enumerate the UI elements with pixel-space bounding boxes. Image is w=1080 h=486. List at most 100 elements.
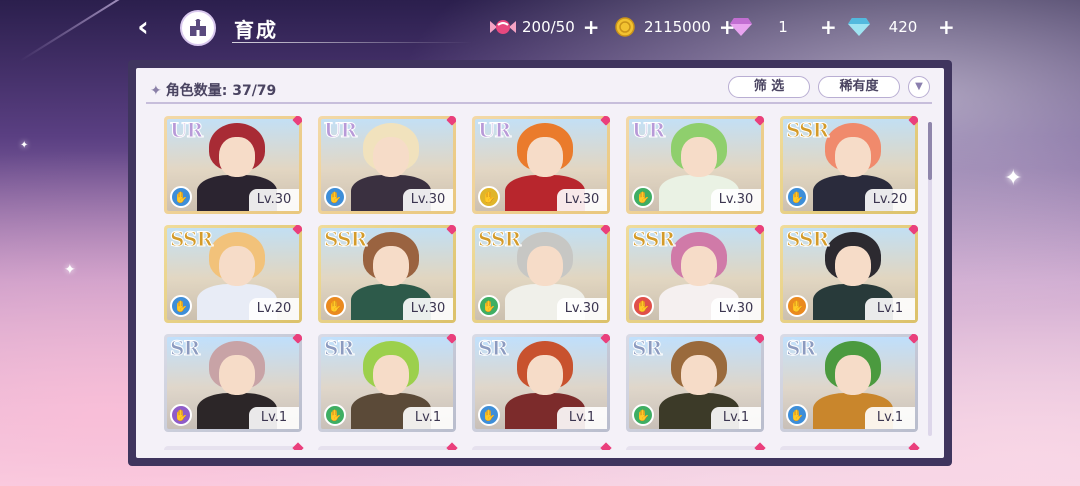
character-card[interactable]: UR ✋ Lv.30 — [626, 116, 764, 214]
level-label: Lv.30 — [557, 298, 607, 320]
portrait-face — [219, 137, 255, 177]
rarity-badge: SR — [631, 336, 662, 361]
character-grid: UR ✋ Lv.30 UR ✋ Lv.30 UR ✋ Lv.30 UR ✋ Lv.30 SSR ✋ Lv.2… — [164, 116, 924, 450]
rarity-badge: UR — [477, 118, 511, 143]
add-candy-button[interactable]: + — [583, 15, 600, 39]
candy-resource: 200/50 + — [490, 14, 600, 40]
level-label: Lv.30 — [403, 298, 453, 320]
portrait-face — [373, 137, 409, 177]
portrait-face — [681, 355, 717, 395]
level-label: Lv.1 — [865, 407, 915, 429]
character-card-partial[interactable] — [472, 442, 612, 450]
blue-gem-resource: 420 + — [846, 14, 955, 40]
character-panel: ✦ 角色数量: 37/79 筛 选 稀有度 ▼ UR ✋ Lv.30 UR ✋ Lv.30 U… — [128, 60, 952, 466]
level-label: Lv.1 — [249, 407, 299, 429]
title-underline — [232, 42, 472, 43]
rarity-badge: SR — [169, 336, 200, 361]
character-card[interactable]: SSR ✋ Lv.20 — [164, 225, 302, 323]
character-card[interactable]: SSR ✋ Lv.1 — [780, 225, 918, 323]
attribute-icon: ✋ — [478, 295, 500, 317]
blue-diamond-icon — [846, 14, 872, 40]
level-label: Lv.1 — [711, 407, 761, 429]
character-card-partial[interactable] — [626, 442, 766, 450]
rarity-badge: SR — [785, 336, 816, 361]
character-card-partial[interactable] — [164, 442, 304, 450]
portrait-face — [835, 355, 871, 395]
attribute-icon: ✋ — [786, 404, 808, 426]
back-button[interactable]: ‹ — [124, 11, 162, 45]
level-label: Lv.1 — [403, 407, 453, 429]
portrait-face — [219, 246, 255, 286]
character-card[interactable]: SR ✋ Lv.1 — [626, 334, 764, 432]
character-panel-inner: ✦ 角色数量: 37/79 筛 选 稀有度 ▼ UR ✋ Lv.30 UR ✋ Lv.30 U… — [136, 68, 944, 458]
level-label: Lv.30 — [711, 298, 761, 320]
rarity-badge: UR — [169, 118, 203, 143]
portrait-face — [219, 355, 255, 395]
pink-diamond-icon — [728, 14, 754, 40]
level-label: Lv.1 — [865, 298, 915, 320]
add-pink-gem-button[interactable]: + — [820, 15, 837, 39]
character-card[interactable]: SR ✋ Lv.1 — [164, 334, 302, 432]
coin-value: 2115000 — [644, 18, 711, 36]
character-card[interactable]: SSR ✋ Lv.30 — [626, 225, 764, 323]
character-card-partial[interactable] — [318, 442, 458, 450]
sparkle-icon: ✦ — [64, 262, 76, 278]
attribute-icon: ✋ — [632, 186, 654, 208]
attribute-icon: ✋ — [324, 186, 346, 208]
character-card[interactable]: SR ✋ Lv.1 — [780, 334, 918, 432]
character-count-text: 角色数量: 37/79 — [165, 83, 277, 99]
home-button[interactable] — [180, 10, 216, 46]
chevron-down-icon: ▼ — [915, 81, 923, 92]
character-card[interactable]: UR ✋ Lv.30 — [472, 116, 610, 214]
candy-value: 200/50 — [522, 18, 575, 36]
portrait-face — [835, 137, 871, 177]
add-blue-gem-button[interactable]: + — [938, 15, 955, 39]
character-card[interactable]: SSR ✋ Lv.30 — [318, 225, 456, 323]
level-label: Lv.1 — [557, 407, 607, 429]
character-card[interactable]: SR ✋ Lv.1 — [318, 334, 456, 432]
character-card[interactable]: UR ✋ Lv.30 — [164, 116, 302, 214]
sparkle-icon: ✦ — [20, 140, 29, 151]
character-card[interactable]: UR ✋ Lv.30 — [318, 116, 456, 214]
attribute-icon: ✋ — [478, 404, 500, 426]
header-divider — [146, 102, 932, 104]
rarity-badge: SR — [323, 336, 354, 361]
scrollbar-thumb[interactable] — [928, 122, 932, 180]
rarity-badge: SSR — [323, 227, 367, 252]
attribute-icon: ✋ — [170, 404, 192, 426]
rarity-badge: UR — [323, 118, 357, 143]
rarity-badge: SSR — [785, 118, 829, 143]
portrait-face — [527, 246, 563, 286]
grid-scrollbar[interactable] — [928, 122, 932, 436]
pink-gem-resource: 1 + — [728, 14, 837, 40]
character-card[interactable]: SR ✋ Lv.1 — [472, 334, 610, 432]
sort-order-button[interactable]: ▼ — [908, 76, 930, 98]
rarity-badge: SSR — [169, 227, 213, 252]
new-indicator-icon — [908, 442, 920, 450]
portrait-face — [527, 137, 563, 177]
character-card[interactable]: SSR ✋ Lv.30 — [472, 225, 610, 323]
attribute-icon: ✋ — [786, 186, 808, 208]
character-count: ✦ 角色数量: 37/79 — [150, 80, 276, 100]
coin-icon — [612, 14, 638, 40]
new-indicator-icon — [754, 442, 766, 450]
sort-rarity-button[interactable]: 稀有度 — [818, 76, 900, 98]
back-arrow-icon: ‹ — [137, 10, 149, 43]
attribute-icon: ✋ — [478, 186, 500, 208]
attribute-icon: ✋ — [632, 404, 654, 426]
level-label: Lv.30 — [557, 189, 607, 211]
filter-button[interactable]: 筛 选 — [728, 76, 810, 98]
new-indicator-icon — [446, 442, 458, 450]
rarity-badge: SSR — [631, 227, 675, 252]
rarity-badge: SSR — [785, 227, 829, 252]
level-label: Lv.20 — [249, 298, 299, 320]
portrait-face — [681, 137, 717, 177]
new-indicator-icon — [292, 442, 304, 450]
attribute-icon: ✋ — [786, 295, 808, 317]
rarity-badge: UR — [631, 118, 665, 143]
attribute-icon: ✋ — [632, 295, 654, 317]
pink-gem-value: 1 — [778, 18, 788, 36]
attribute-icon: ✋ — [170, 186, 192, 208]
character-card[interactable]: SSR ✋ Lv.20 — [780, 116, 918, 214]
character-card-partial[interactable] — [780, 442, 920, 450]
